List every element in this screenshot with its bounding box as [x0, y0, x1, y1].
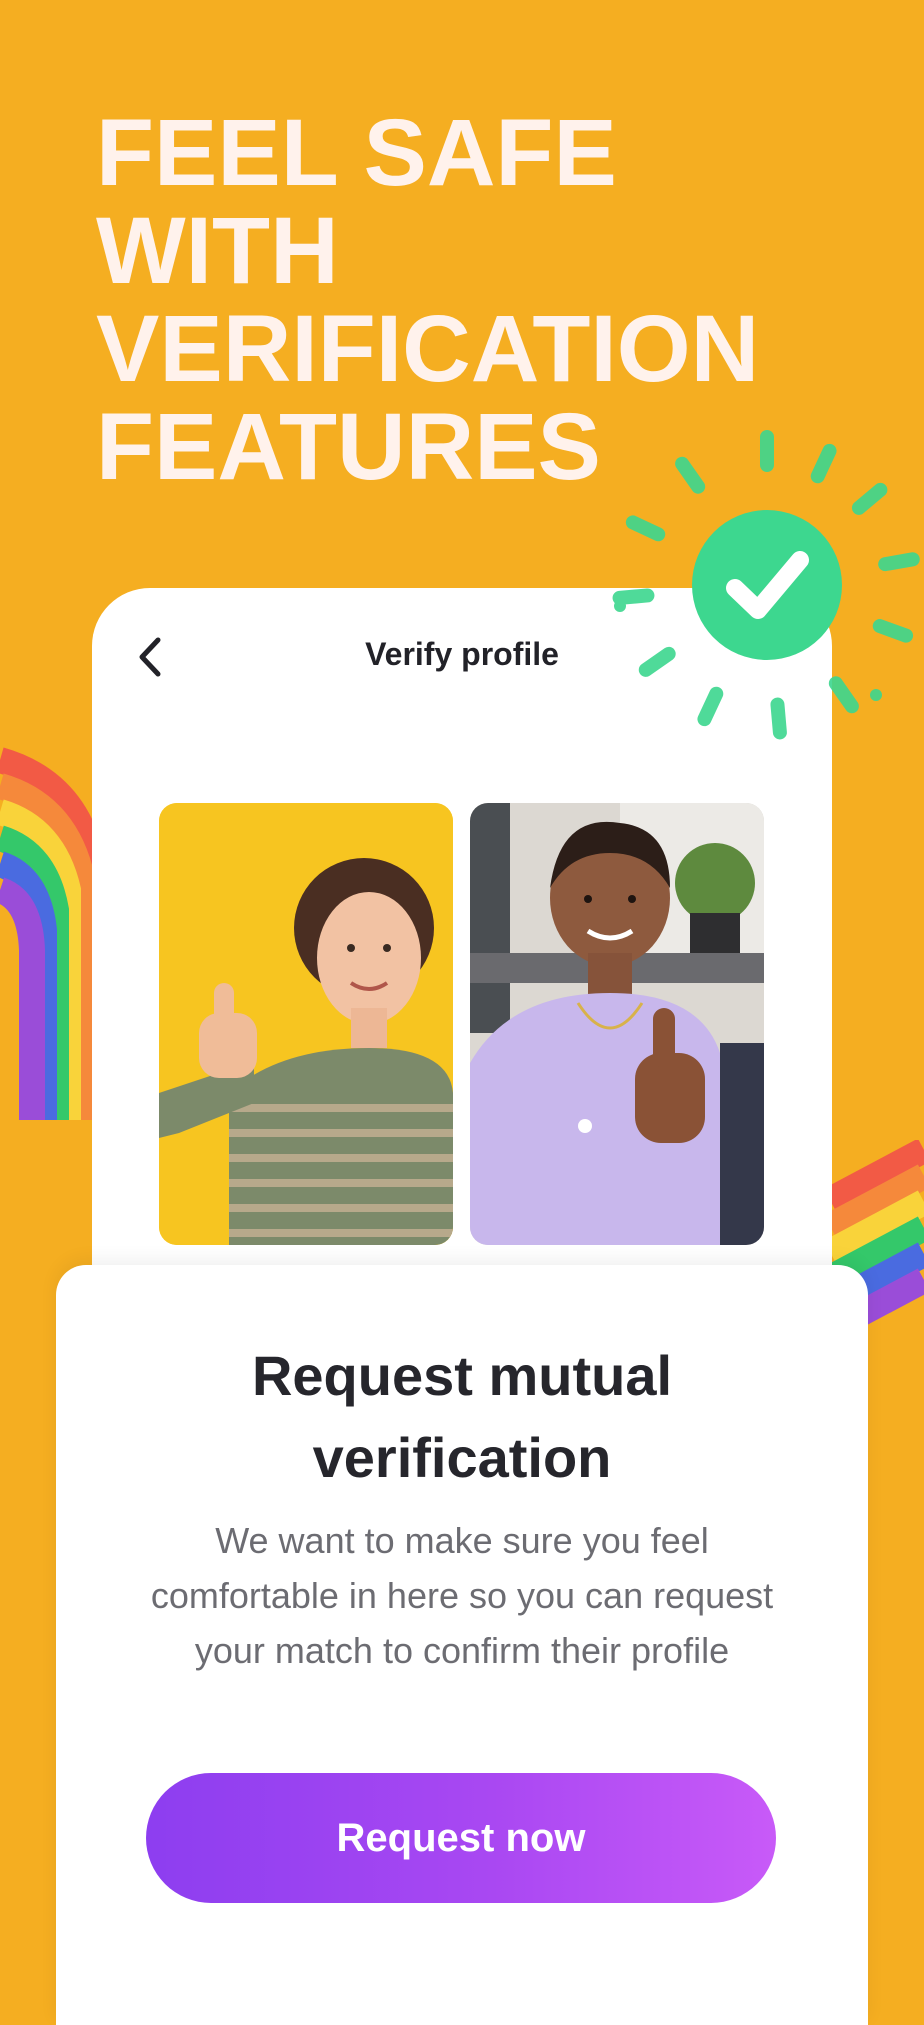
verified-badge-icon [612, 430, 920, 740]
person-thumbs-up-illustration [159, 803, 453, 1245]
verified-photo-1 [159, 803, 453, 1245]
headline-line-2: WITH [96, 198, 339, 304]
sheet-description: We want to make sure you feel comfortabl… [150, 1520, 774, 1671]
sheet-title: Request mutual verification [251, 1344, 673, 1489]
verification-bottom-sheet: Request mutual verification We want to m… [56, 1265, 868, 2025]
headline-line-1: FEEL SAFE [96, 100, 617, 206]
person-thumbs-up-illustration [470, 803, 764, 1245]
headline-line-3: VERIFICATION [96, 296, 760, 402]
request-now-button[interactable]: Request now [146, 1773, 776, 1903]
verified-photo-2 [470, 803, 764, 1245]
